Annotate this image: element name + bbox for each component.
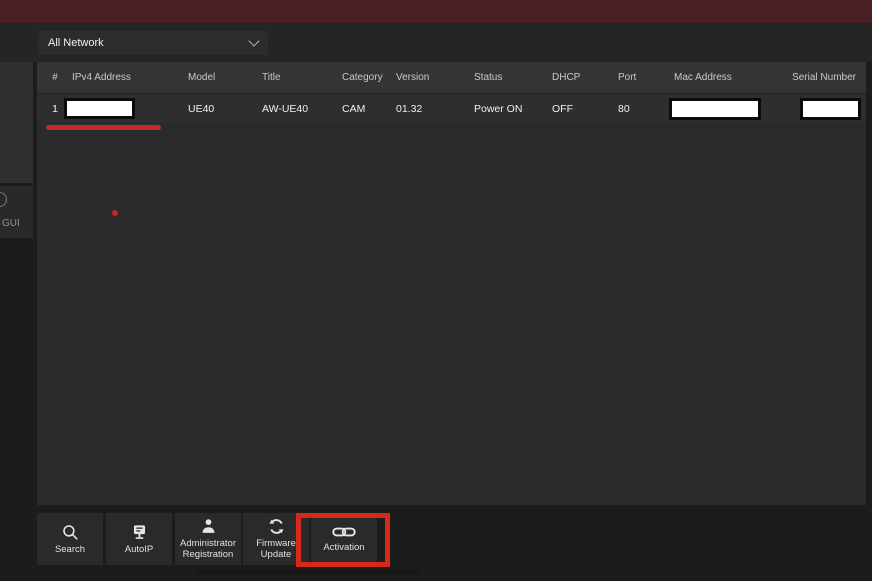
- cell-title: AW-UE40: [262, 95, 308, 122]
- chevron-down-icon: [248, 35, 259, 46]
- search-icon: [61, 523, 80, 542]
- firmware-update-button-label: Firmware Update: [244, 539, 308, 561]
- administrator-registration-button[interactable]: Administrator Registration: [175, 513, 241, 565]
- col-version: Version: [396, 62, 429, 93]
- col-title: Title: [262, 62, 281, 93]
- sidebar-panel: [0, 62, 33, 183]
- col-serial-number: Serial Number: [792, 62, 856, 93]
- redaction-box-serial: [800, 98, 861, 120]
- refresh-icon: [267, 517, 286, 536]
- link-icon: [332, 524, 356, 540]
- web-gui-label: GUI: [2, 218, 20, 229]
- activation-button-label: Activation: [312, 543, 376, 554]
- col-number: #: [47, 62, 63, 93]
- network-filter-dropdown[interactable]: All Network: [38, 31, 268, 55]
- col-status: Status: [474, 62, 502, 93]
- cell-status: Power ON: [474, 95, 522, 122]
- table-header-row: # IPv4 Address Model Title Category Vers…: [37, 62, 866, 94]
- cell-version: 01.32: [396, 95, 422, 122]
- col-category: Category: [342, 62, 383, 93]
- cell-category: CAM: [342, 95, 365, 122]
- annotation-red-underline: [46, 125, 161, 130]
- search-button-label: Search: [38, 545, 102, 556]
- cell-dhcp: OFF: [552, 95, 573, 122]
- col-mac-address: Mac Address: [674, 62, 732, 93]
- annotation-red-dot: [112, 210, 118, 216]
- network-filter-value: All Network: [48, 37, 104, 49]
- table-row[interactable]: 1 UE40 AW-UE40 CAM 01.32 Power ON OFF 80: [37, 95, 866, 122]
- globe-icon: [0, 192, 7, 207]
- col-dhcp: DHCP: [552, 62, 580, 93]
- autoip-button[interactable]: AutoIP: [106, 513, 172, 565]
- shadow-strip: [195, 569, 420, 574]
- autoip-button-label: AutoIP: [107, 545, 171, 556]
- activation-button[interactable]: Activation: [311, 513, 377, 565]
- administrator-registration-button-label: Administrator Registration: [176, 539, 240, 561]
- redaction-box-mac: [669, 98, 761, 120]
- sidebar-item-web-gui[interactable]: GUI: [0, 186, 33, 238]
- redaction-box-ipv4: [64, 98, 135, 119]
- search-button[interactable]: Search: [37, 513, 103, 565]
- cell-number: 1: [47, 95, 63, 122]
- titlebar: [0, 0, 872, 23]
- person-icon: [199, 517, 218, 536]
- col-port: Port: [618, 62, 636, 93]
- col-ipv4-address: IPv4 Address: [72, 62, 131, 93]
- device-table: # IPv4 Address Model Title Category Vers…: [37, 62, 866, 505]
- col-model: Model: [188, 62, 215, 93]
- cell-port: 80: [618, 95, 630, 122]
- firmware-update-button[interactable]: Firmware Update: [243, 513, 309, 565]
- network-device-icon: [130, 523, 149, 542]
- cell-model: UE40: [188, 95, 214, 122]
